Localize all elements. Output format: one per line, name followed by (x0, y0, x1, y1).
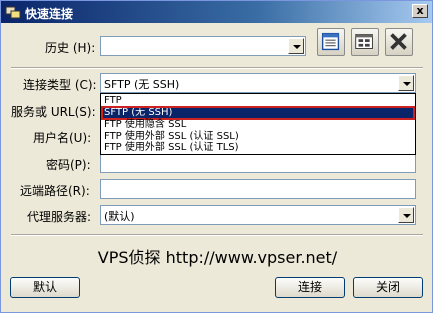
remote-path-input[interactable] (100, 179, 416, 199)
title-close-button[interactable]: x (412, 4, 428, 18)
divider-bottom (11, 234, 423, 236)
remote-path-label: 远端路径(R): (20, 184, 90, 198)
server-label: 服务或 URL(S): (11, 105, 96, 119)
dropdown-option-ftp-implicit-ssl[interactable]: FTP 使用隐含 SSL (102, 119, 414, 131)
connect-button[interactable]: 连接 (275, 277, 345, 298)
proxy-label: 代理服务器: (27, 210, 92, 224)
proxy-value: (默认) (104, 210, 135, 223)
history-label: 历史 (H): (45, 41, 96, 55)
history-combo[interactable] (100, 36, 306, 56)
watermark-text: VPS侦探 http://www.vpser.net/ (97, 248, 338, 267)
delete-icon (390, 33, 407, 50)
site-manager-icon (355, 34, 373, 49)
conn-type-label: 连接类型 (C): (23, 78, 97, 92)
dropdown-option-ftp-explicit-tls[interactable]: FTP 使用外部 SSL (认证 TLS) (102, 142, 414, 154)
dropdown-option-ftp[interactable]: FTP (102, 95, 414, 107)
dropdown-option-sftp[interactable]: SFTP (无 SSH) (101, 106, 415, 120)
password-input[interactable] (100, 153, 416, 173)
bookmark-list-icon (321, 32, 340, 51)
chevron-down-icon[interactable] (398, 207, 414, 223)
proxy-combo[interactable]: (默认) (100, 205, 416, 225)
delete-history-button[interactable] (385, 28, 413, 56)
password-label: 密码(P): (46, 158, 91, 172)
divider-top (11, 67, 423, 69)
chevron-down-icon[interactable] (288, 38, 304, 54)
close-button[interactable]: 关闭 (353, 277, 423, 298)
conn-type-value: SFTP (无 SSH) (104, 78, 180, 91)
default-button[interactable]: 默认 (10, 277, 80, 298)
bookmark-list-button[interactable] (317, 28, 345, 56)
connect-icon (5, 6, 21, 19)
conn-type-dropdown-list: FTP SFTP (无 SSH) FTP 使用隐含 SSL FTP 使用外部 S… (100, 93, 416, 155)
site-manager-button[interactable] (351, 28, 379, 56)
conn-type-combo[interactable]: SFTP (无 SSH) (100, 73, 416, 93)
title-bar: 快速连接 x (1, 1, 432, 23)
username-label: 用户名(U): (33, 131, 92, 145)
quick-connect-dialog: 快速连接 x 历史 (H): 连接类型 (C): SFTP (无 SSH) 服务… (0, 0, 433, 313)
chevron-down-icon[interactable] (398, 75, 414, 91)
window-title: 快速连接 (25, 7, 74, 21)
